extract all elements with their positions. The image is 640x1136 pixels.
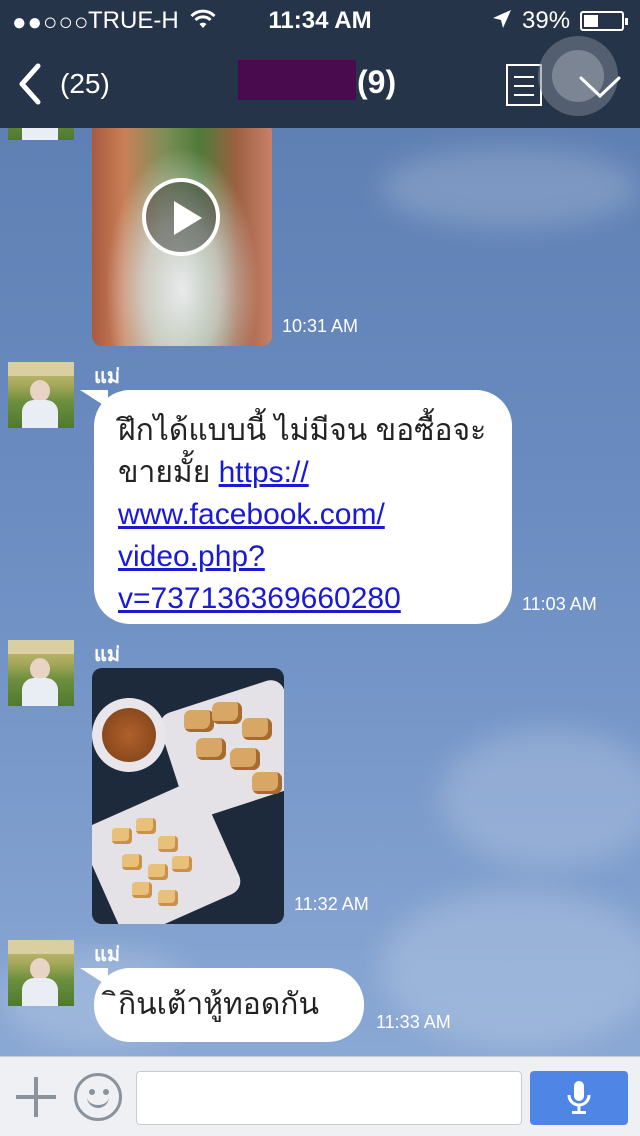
message-input[interactable]	[136, 1071, 522, 1125]
photo-thumbnail[interactable]	[92, 668, 284, 924]
message-time: 11:03 AM	[522, 594, 597, 614]
message-text: ิกินเต้าหู้ทอดกัน	[118, 988, 319, 1021]
back-icon[interactable]	[14, 62, 44, 106]
battery-nub	[625, 18, 628, 25]
message-time: 11:32 AM	[294, 894, 369, 914]
location-arrow-icon	[493, 10, 511, 28]
avatar[interactable]	[8, 362, 74, 428]
battery-icon	[580, 11, 628, 31]
message-composer	[0, 1056, 640, 1136]
sender-name: แม่	[94, 644, 121, 666]
message-time: 11:33 AM	[376, 1012, 451, 1032]
microphone-button[interactable]	[530, 1071, 628, 1125]
chat-title-redacted[interactable]	[238, 60, 356, 100]
member-count[interactable]: (9)	[357, 64, 396, 101]
microphone-icon	[567, 1081, 591, 1114]
message-list[interactable]: 10:31 AM แม่ ฝึกได้แบบนี้ ไม่มีจน ขอซื้อ…	[0, 128, 640, 1056]
plus-icon[interactable]	[16, 1077, 56, 1117]
avatar[interactable]	[8, 640, 74, 706]
avatar[interactable]	[8, 940, 74, 1006]
message-link[interactable]: www.facebook.com/	[118, 498, 385, 531]
message-text: ฝึกได้แบบนี้ ไม่มีจน ขอซื้อจะ ขายมั้ย ht…	[118, 414, 487, 615]
avatar[interactable]	[8, 128, 74, 140]
message-bubble[interactable]: ฝึกได้แบบนี้ ไม่มีจน ขอซื้อจะ ขายมั้ย ht…	[80, 390, 512, 624]
message-link[interactable]: video.php?	[118, 540, 265, 573]
emoji-icon[interactable]	[74, 1073, 122, 1121]
message-bubble[interactable]: ิกินเต้าหู้ทอดกัน	[80, 968, 364, 1042]
video-thumbnail[interactable]	[92, 128, 272, 346]
battery-percent: 39%	[522, 7, 571, 34]
sender-name: แม่	[94, 944, 121, 966]
play-icon[interactable]	[142, 178, 220, 256]
unread-count[interactable]: (25)	[60, 68, 110, 100]
sender-name: แม่	[94, 366, 121, 388]
message-link[interactable]: https://	[219, 456, 309, 489]
chevron-down-icon[interactable]	[578, 74, 622, 100]
menu-icon[interactable]	[506, 64, 542, 106]
battery-fill	[584, 15, 598, 27]
message-link[interactable]: v=737136369660280	[118, 582, 401, 615]
chat-header: (25) (9)	[0, 36, 640, 128]
status-bar: ●●○○○ TRUE-H 11:34 AM 39%	[0, 0, 640, 40]
message-time: 10:31 AM	[282, 316, 359, 336]
